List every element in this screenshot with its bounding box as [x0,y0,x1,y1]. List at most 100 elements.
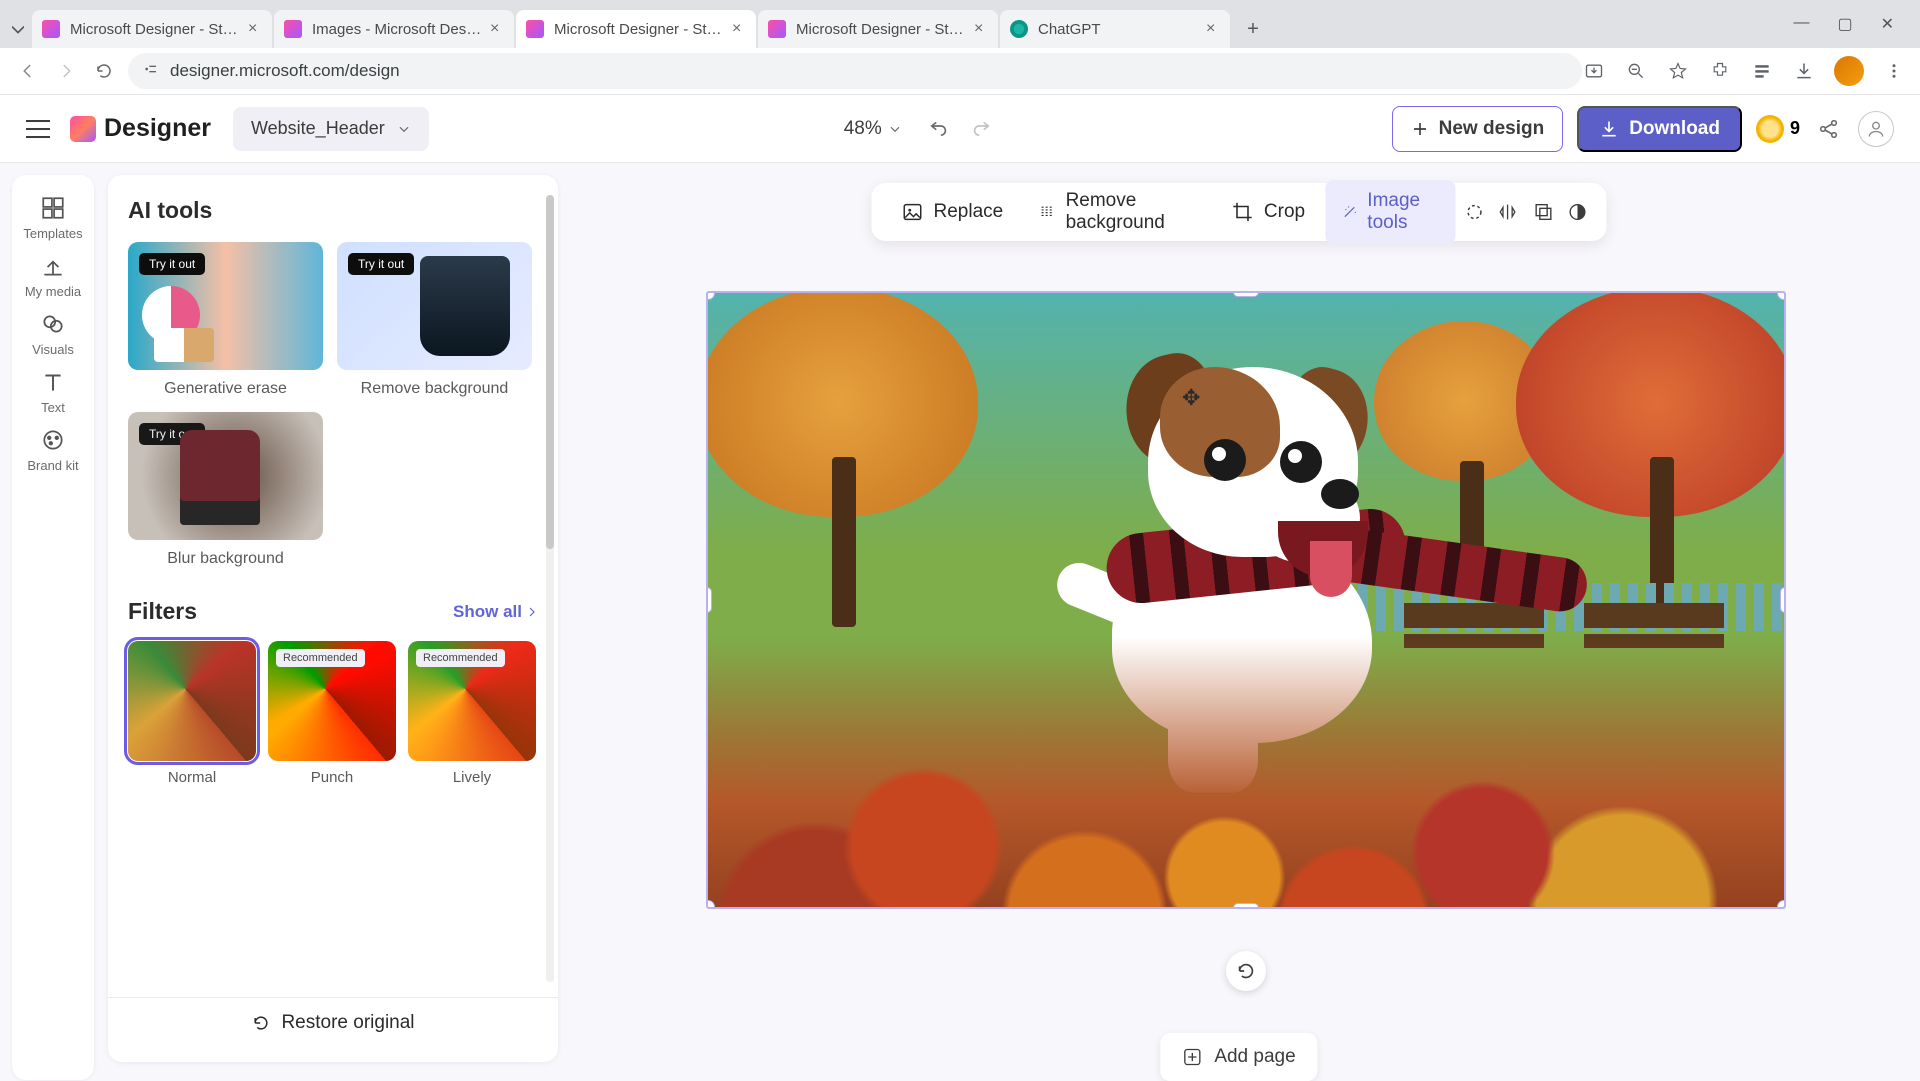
document-name-dropdown[interactable]: Website_Header [233,107,429,151]
rail-item-visuals[interactable]: Visuals [12,305,94,363]
rail-item-brand-kit[interactable]: Brand kit [12,421,94,479]
tab-bar: Microsoft Designer - Stunning × Images -… [0,0,1920,48]
close-icon[interactable]: × [248,20,262,38]
crop-icon [1232,201,1254,223]
filter-card-lively[interactable]: Recommended Lively [408,641,536,786]
designer-favicon-icon [526,20,544,38]
close-icon[interactable]: × [974,20,988,38]
tab-title: Microsoft Designer - Stunning [796,21,968,38]
browser-tab-4[interactable]: ChatGPT × [1000,10,1230,48]
show-all-link[interactable]: Show all [453,602,538,622]
filter-card-punch[interactable]: Recommended Punch [268,641,396,786]
credits-indicator[interactable]: 9 [1756,112,1800,146]
zoom-icon[interactable] [1624,59,1648,83]
browser-tab-2[interactable]: Microsoft Designer - Stunning × [516,10,756,48]
install-app-icon[interactable] [1582,59,1606,83]
rail-item-text[interactable]: Text [12,363,94,421]
browser-tab-0[interactable]: Microsoft Designer - Stunning × [32,10,272,48]
tool-card-blur-background[interactable]: Try it out Blur background [128,412,323,568]
share-icon[interactable] [1814,114,1844,144]
designer-favicon-icon [42,20,60,38]
account-avatar[interactable] [1858,111,1894,147]
crop-button[interactable]: Crop [1216,191,1321,233]
new-tab-button[interactable]: + [1238,14,1268,44]
downloads-icon[interactable] [1792,59,1816,83]
plus-square-icon [1182,1047,1202,1067]
layers-icon[interactable] [1528,192,1558,232]
browser-tab-1[interactable]: Images - Microsoft Designer × [274,10,514,48]
forward-button[interactable] [52,57,80,85]
image-tools-button[interactable]: Image tools [1325,180,1455,244]
maximize-icon[interactable]: ▢ [1837,14,1852,34]
close-icon[interactable]: × [732,20,746,38]
resize-handle-r[interactable] [1780,587,1786,613]
minimize-icon[interactable]: — [1793,14,1809,34]
remove-background-button[interactable]: Remove background [1023,180,1212,244]
close-icon[interactable]: × [1206,20,1220,38]
new-design-button[interactable]: New design [1392,106,1564,152]
filter-thumb: Recommended [408,641,536,761]
window-controls: — ▢ ✕ [1775,14,1912,48]
window-close-icon[interactable]: ✕ [1881,14,1894,34]
menu-button[interactable] [26,117,50,141]
tab-search-icon[interactable] [12,22,26,36]
extensions-icon[interactable] [1708,59,1732,83]
rail-item-templates[interactable]: Templates [12,189,94,247]
canvas-area[interactable]: Replace Remove background Crop Image too… [558,163,1920,1080]
resize-handle-t[interactable] [1233,291,1259,297]
reload-button[interactable] [90,57,118,85]
filter-label: Punch [268,769,396,786]
redo-button[interactable] [970,115,992,142]
resize-handle-br[interactable] [1777,900,1786,909]
chevron-down-icon [888,122,902,136]
reading-list-icon[interactable] [1750,59,1774,83]
eraser-icon [1039,201,1055,223]
zoom-dropdown[interactable]: 48% [844,118,902,140]
brand-name: Designer [104,114,211,143]
restore-original-button[interactable]: Restore original [108,997,558,1048]
image-tools-label: Image tools [1367,190,1439,234]
app-header: Designer Website_Header 48% New design D… [0,95,1920,163]
filter-thumb: Recommended [268,641,396,761]
opacity-icon[interactable] [1562,192,1592,232]
select-similar-icon[interactable] [1460,192,1490,232]
try-it-out-badge: Try it out [139,253,205,275]
close-icon[interactable]: × [490,20,504,38]
flip-icon[interactable] [1494,192,1524,232]
scrollbar-thumb[interactable] [546,195,554,549]
rail-item-my-media[interactable]: My media [12,247,94,305]
add-page-button[interactable]: Add page [1160,1033,1317,1081]
resize-handle-b[interactable] [1233,903,1259,909]
chatgpt-favicon-icon [1010,20,1028,38]
try-it-out-badge: Try it out [348,253,414,275]
tool-card-generative-erase[interactable]: Try it out Generative erase [128,242,323,398]
rotate-handle[interactable] [1226,951,1266,991]
rail-label: Text [41,400,65,415]
left-rail: Templates My media Visuals Text Brand ki… [12,175,94,1080]
replace-button[interactable]: Replace [885,191,1019,233]
filter-label: Normal [128,769,256,786]
context-toolbar: Replace Remove background Crop Image too… [871,183,1606,241]
tool-label: Blur background [128,550,323,568]
try-it-out-badge: Try it out [139,423,205,445]
coin-icon [1756,115,1784,143]
ai-tools-title: AI tools [128,197,538,224]
url-input[interactable]: designer.microsoft.com/design [128,53,1582,89]
back-button[interactable] [14,57,42,85]
scrollbar-track[interactable] [546,195,554,982]
tool-card-remove-background[interactable]: Try it out Remove background [337,242,532,398]
filter-card-normal[interactable]: Normal [128,641,256,786]
bookmark-icon[interactable] [1666,59,1690,83]
designer-favicon-icon [284,20,302,38]
selected-image[interactable] [706,291,1786,909]
kebab-menu-icon[interactable] [1882,59,1906,83]
site-info-icon[interactable] [142,61,158,82]
new-design-label: New design [1439,118,1545,140]
profile-avatar[interactable] [1834,56,1864,86]
download-button[interactable]: Download [1577,106,1742,152]
rail-label: Brand kit [27,458,78,473]
tool-label: Remove background [337,380,532,398]
resize-handle-l[interactable] [706,587,712,613]
undo-button[interactable] [928,115,950,142]
browser-tab-3[interactable]: Microsoft Designer - Stunning × [758,10,998,48]
